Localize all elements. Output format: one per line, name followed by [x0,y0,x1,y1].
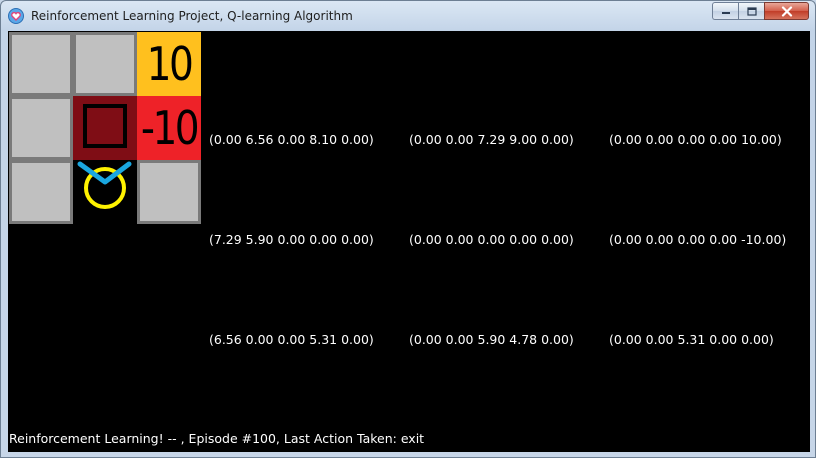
q-value-text: (0.00 0.00 5.90 4.78 0.00) [409,332,574,347]
grid-cell-empty [9,160,73,224]
q-value-text: (6.56 0.00 0.00 5.31 0.00) [209,332,374,347]
app-window: Reinforcement Learning Project, Q-learni… [0,0,816,458]
status-line: Reinforcement Learning! -- , Episode #10… [9,431,425,446]
title-bar[interactable]: Reinforcement Learning Project, Q-learni… [1,1,815,31]
grid-cell-positive-reward: 10 [137,32,201,96]
q-value-text: (0.00 0.00 0.00 0.00 10.00) [609,132,782,147]
q-value-text: (0.00 0.00 0.00 0.00 0.00) [409,232,574,247]
positive-reward-label: 10 [146,37,194,91]
window-title: Reinforcement Learning Project, Q-learni… [31,9,353,23]
q-value-text: (0.00 0.00 7.29 9.00 0.00) [409,132,574,147]
q-value-text: (0.00 0.00 0.00 0.00 -10.00) [609,232,787,247]
minimize-icon [721,12,730,14]
maximize-button[interactable] [738,2,764,20]
window-controls [712,2,809,21]
close-button[interactable] [764,2,809,20]
app-heart-icon [8,8,24,24]
grid-cell-agent [73,160,137,224]
q-value-text: (0.00 6.56 0.00 8.10 0.00) [209,132,374,147]
grid-cell-empty [137,160,201,224]
grid-cell-empty [9,32,73,96]
wall-block-icon [83,104,127,148]
minimize-button[interactable] [712,2,738,20]
game-canvas: 10 -10 (0.00 6.56 0.00 8.10 0.00) (0.00 … [8,31,810,452]
maximize-icon [746,6,757,16]
negative-reward-label: -10 [140,101,200,155]
close-icon [781,5,792,17]
agent-pacman-icon [77,161,132,209]
grid-cell-empty [73,32,137,96]
grid-cell-empty [9,96,73,160]
q-value-text: (0.00 0.00 5.31 0.00 0.00) [609,332,774,347]
grid-cell-negative-reward: -10 [137,96,201,160]
q-value-text: (7.29 5.90 0.00 0.00 0.00) [209,232,374,247]
grid-cell-wall [73,96,137,160]
